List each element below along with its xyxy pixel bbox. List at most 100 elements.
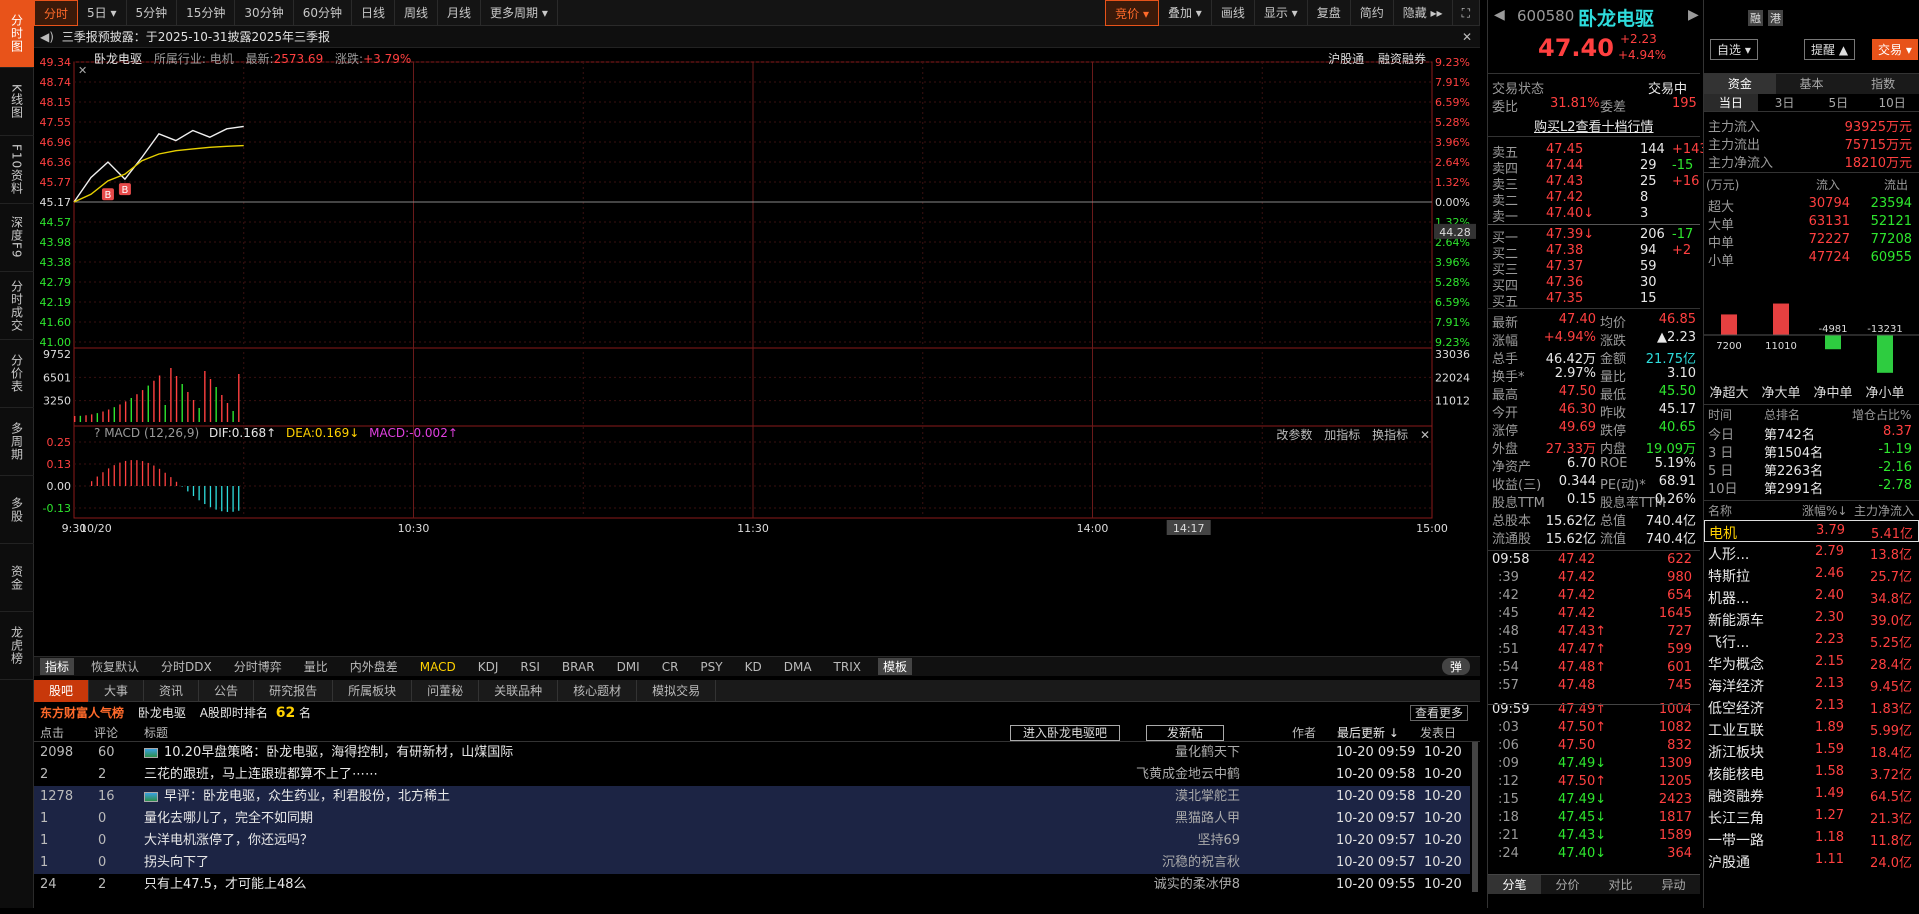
news-author[interactable]: 坚持69 — [1197, 830, 1240, 852]
sector-row[interactable]: 核能核电1.583.72亿 — [1704, 762, 1919, 784]
period-5day[interactable]: 5日 ▾ — [78, 0, 126, 26]
notice-text[interactable]: 三季报预披露：于2025-10-31披露2025年三季报 — [62, 30, 330, 44]
news-tab-3[interactable]: 公告 — [199, 680, 254, 702]
buy-price[interactable]: 47.36 — [1546, 275, 1583, 290]
display-button[interactable]: 显示 ▾ — [1255, 0, 1308, 26]
indicator-4[interactable]: 量比 — [293, 658, 339, 675]
sector-row[interactable]: 沪股通1.1124.0亿 — [1704, 850, 1919, 872]
news-tab-0[interactable]: 股吧 — [34, 680, 89, 702]
change-param-button[interactable]: 改参数 — [1276, 428, 1312, 442]
hide-button[interactable]: 隐藏 ▸▸ — [1394, 0, 1453, 26]
macd-close-icon[interactable]: ✕ — [1420, 428, 1430, 442]
sector-row[interactable]: 工业互联1.895.99亿 — [1704, 718, 1919, 740]
tick-tab-3[interactable]: 异动 — [1647, 875, 1700, 894]
news-tab-7[interactable]: 关联品种 — [479, 680, 558, 702]
sector-row[interactable]: 一带一路1.1811.8亿 — [1704, 828, 1919, 850]
fund-tab-2[interactable]: 指数 — [1847, 74, 1919, 94]
switch-indicator-button[interactable]: 换指标 — [1372, 428, 1408, 442]
indicator-12[interactable]: PSY — [689, 660, 733, 674]
sidebar-tab-multistock[interactable]: 多股 — [0, 476, 34, 544]
tick-tab-2[interactable]: 对比 — [1594, 875, 1647, 894]
news-row[interactable]: 22三花的跟班，马上连跟班都算不上了⋯⋯飞黄成金地云中鹤10-20 09:581… — [34, 764, 1470, 786]
news-title[interactable]: 大洋电机涨停了，你还远吗？ — [144, 830, 313, 852]
indicator-15[interactable]: TRIX — [823, 660, 872, 674]
l2-link[interactable]: 购买L2查看十档行情 — [1534, 116, 1654, 135]
period-more[interactable]: 更多周期 ▾ — [481, 0, 558, 26]
period-week[interactable]: 周线 — [395, 0, 438, 26]
news-author[interactable]: 黑猫路人甲 — [1175, 808, 1240, 830]
sidebar-tab-kline[interactable]: K线图 — [0, 68, 34, 136]
indicator-2[interactable]: 分时DDX — [150, 658, 223, 675]
sidebar-tab-f10[interactable]: F10资料 — [0, 136, 34, 204]
popup-toggle[interactable]: 弹 — [1442, 658, 1470, 675]
news-title[interactable]: 早评：卧龙电驱，众生药业，利君股份，北方稀土 — [164, 786, 450, 808]
buy-price[interactable]: 47.37 — [1546, 259, 1583, 274]
news-row[interactable]: 10量化去哪儿了，完全不如同期黑猫路人甲10-20 09:5710-20 — [34, 808, 1470, 830]
indicator-7[interactable]: KDJ — [467, 660, 510, 674]
new-post-button[interactable]: 发新帖 — [1146, 725, 1224, 741]
watchlist-button[interactable]: 自选 ▾ — [1710, 39, 1758, 60]
news-tab-4[interactable]: 研究报告 — [254, 680, 333, 702]
news-tab-6[interactable]: 问董秘 — [412, 680, 479, 702]
timeshare-chart[interactable]: 49.349.23%48.747.91%48.156.59%47.555.28%… — [34, 48, 1480, 656]
sell-price[interactable]: 47.42 — [1546, 190, 1583, 205]
news-author[interactable]: 诚实的柔冰伊8 — [1154, 874, 1240, 896]
fund-period-2[interactable]: 5日 — [1812, 94, 1866, 111]
sector-row[interactable]: 人形...2.7913.8亿 — [1704, 542, 1919, 564]
period-month[interactable]: 月线 — [438, 0, 481, 26]
news-title[interactable]: 三花的跟班，马上连跟班都算不上了⋯⋯ — [144, 764, 378, 786]
news-author[interactable]: 沉稳的祝言秋 — [1162, 852, 1240, 874]
sidebar-tab-depth[interactable]: 深度F9 — [0, 204, 34, 272]
remind-button[interactable]: 提醒 ▲ — [1804, 39, 1855, 60]
sidebar-tab-fund[interactable]: 资金 — [0, 544, 34, 612]
sector-row[interactable]: 浙江板块1.5918.4亿 — [1704, 740, 1919, 762]
indicator-10[interactable]: DMI — [606, 660, 651, 674]
sidebar-tab-multiperiod[interactable]: 多周期 — [0, 408, 34, 476]
view-more-button[interactable]: 查看更多 — [1410, 705, 1468, 721]
next-stock-icon[interactable]: ▶ — [1688, 7, 1699, 23]
prev-stock-icon[interactable]: ◀ — [1494, 7, 1505, 23]
sidebar-tab-timeshare[interactable]: 分时图 — [0, 0, 34, 68]
buy-price[interactable]: 47.39↓ — [1546, 227, 1594, 242]
period-timeshare[interactable]: 分时 — [34, 0, 78, 26]
news-title[interactable]: 拐头向下了 — [144, 852, 209, 874]
col-last-update[interactable]: 最后更新 ↓ — [1337, 724, 1399, 742]
news-author[interactable]: 飞黄成金地云中鹤 — [1136, 764, 1240, 786]
news-tab-5[interactable]: 所属板块 — [333, 680, 412, 702]
sector-row[interactable]: 华为概念2.1528.4亿 — [1704, 652, 1919, 674]
news-tab-8[interactable]: 核心题材 — [558, 680, 637, 702]
news-row[interactable]: 242只有上47.5，才可能上48么诚实的柔冰伊810-20 09:5510-2… — [34, 874, 1470, 896]
buy-price[interactable]: 47.35 — [1546, 291, 1583, 306]
sector-row[interactable]: 飞行...2.235.25亿 — [1704, 630, 1919, 652]
buy-price[interactable]: 47.38 — [1546, 243, 1583, 258]
replay-button[interactable]: 复盘 — [1308, 0, 1351, 26]
notice-close-icon[interactable]: ✕ — [1462, 26, 1472, 48]
news-author[interactable]: 量化鹤天下 — [1175, 742, 1240, 764]
add-indicator-button[interactable]: 加指标 — [1324, 428, 1360, 442]
fund-period-0[interactable]: 当日 — [1704, 94, 1758, 111]
news-row[interactable]: 10大洋电机涨停了，你还远吗？坚持6910-20 09:5710-20 — [34, 830, 1470, 852]
sector-row[interactable]: 电机3.795.41亿 — [1704, 520, 1919, 542]
indicator-6[interactable]: MACD — [409, 660, 467, 674]
sell-price[interactable]: 47.45 — [1546, 142, 1583, 157]
indicator-16[interactable]: 模板 — [878, 658, 912, 675]
news-title[interactable]: 只有上47.5，才可能上48么 — [144, 874, 307, 896]
fund-tab-1[interactable]: 基本 — [1776, 74, 1848, 94]
sector-row[interactable]: 机器...2.4034.8亿 — [1704, 586, 1919, 608]
sector-row[interactable]: 特斯拉2.4625.7亿 — [1704, 564, 1919, 586]
indicator-0[interactable]: 指标 — [40, 658, 74, 675]
news-tab-1[interactable]: 大事 — [89, 680, 144, 702]
macd-help-icon[interactable]: ? — [94, 426, 100, 440]
news-author[interactable]: 漠北掌舵王 — [1175, 786, 1240, 808]
sector-row[interactable]: 融资融券1.4964.5亿 — [1704, 784, 1919, 806]
sector-row[interactable]: 海洋经济2.139.45亿 — [1704, 674, 1919, 696]
simple-button[interactable]: 简约 — [1351, 0, 1394, 26]
sell-price[interactable]: 47.44 — [1546, 158, 1583, 173]
sidebar-tab-trades[interactable]: 分时成交 — [0, 272, 34, 340]
indicator-5[interactable]: 内外盘差 — [339, 658, 409, 675]
trade-button[interactable]: 交易 ▾ — [1872, 39, 1918, 60]
period-5min[interactable]: 5分钟 — [127, 0, 178, 26]
news-tab-9[interactable]: 模拟交易 — [637, 680, 716, 702]
indicator-11[interactable]: CR — [651, 660, 690, 674]
news-title[interactable]: 量化去哪儿了，完全不如同期 — [144, 808, 313, 830]
